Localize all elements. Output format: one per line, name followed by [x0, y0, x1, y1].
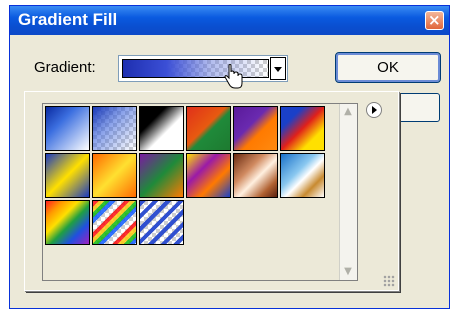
- gradient-swatch[interactable]: [233, 153, 278, 198]
- picker-menu-button[interactable]: [366, 102, 382, 118]
- close-button[interactable]: ×: [425, 11, 444, 30]
- gradient-swatch[interactable]: [280, 153, 325, 198]
- selected-gradient-preview: [122, 59, 269, 78]
- scrollbar[interactable]: ▲ ▼: [339, 104, 357, 280]
- gradient-swatch[interactable]: [139, 153, 184, 198]
- gradient-swatch[interactable]: [280, 106, 325, 151]
- gradient-swatch[interactable]: [45, 200, 90, 245]
- gradient-swatch[interactable]: [186, 153, 231, 198]
- gradient-swatch[interactable]: [139, 106, 184, 151]
- close-icon: ×: [428, 11, 441, 29]
- gradient-swatch[interactable]: [92, 153, 137, 198]
- title-bar[interactable]: Gradient Fill ×: [10, 6, 449, 35]
- gradient-swatch[interactable]: [186, 106, 231, 151]
- gradient-swatch[interactable]: [45, 106, 90, 151]
- gradient-swatch[interactable]: [92, 200, 137, 245]
- dialog-title: Gradient Fill: [18, 10, 118, 29]
- gradient-swatch[interactable]: [45, 153, 90, 198]
- scroll-down-icon[interactable]: ▼: [340, 264, 356, 280]
- gradient-swatch[interactable]: [139, 200, 184, 245]
- gradient-label: Gradient:: [34, 59, 96, 76]
- hand-cursor-icon: [224, 64, 243, 89]
- ok-button[interactable]: OK: [335, 52, 441, 83]
- gradient-fill-dialog: Gradient Fill × Gradient: OK cel ▲ ▼: [9, 5, 450, 309]
- gradient-swatch-grid: ▲ ▼: [42, 103, 358, 281]
- chevron-down-icon[interactable]: [270, 57, 286, 80]
- gradient-picker-dropdown[interactable]: [118, 55, 288, 82]
- scroll-up-icon[interactable]: ▲: [340, 104, 356, 120]
- resize-grip-icon[interactable]: [383, 275, 395, 287]
- gradient-picker-panel: ▲ ▼: [24, 91, 399, 291]
- gradient-swatch[interactable]: [92, 106, 137, 151]
- gradient-swatch[interactable]: [233, 106, 278, 151]
